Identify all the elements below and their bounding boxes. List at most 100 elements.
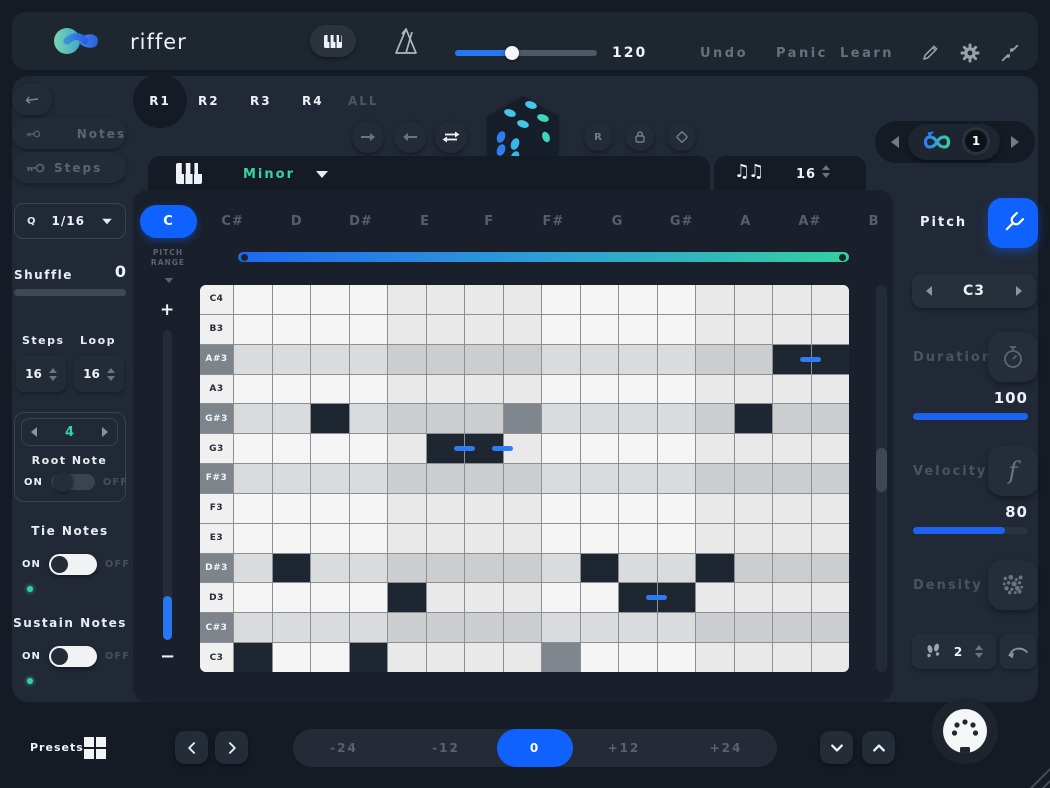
grid-cell-C#3-2[interactable] — [273, 613, 311, 642]
grid-cell-F#3-3[interactable] — [311, 464, 349, 493]
back-button[interactable]: ← — [12, 84, 52, 115]
grid-cell-E3-14[interactable] — [735, 524, 773, 553]
next-icon[interactable] — [102, 427, 108, 437]
grid-cell-G3-12[interactable] — [658, 434, 696, 463]
tie-notes-toggle[interactable] — [49, 554, 97, 575]
grid-cell-G#3-16[interactable] — [812, 404, 850, 433]
grid-cell-A#3-13[interactable] — [696, 345, 734, 374]
grid-cell-B3-15[interactable] — [773, 315, 811, 344]
grid-cell-G3-6-note[interactable] — [427, 434, 465, 463]
grid-cell-A3-11[interactable] — [619, 375, 657, 404]
grid-cell-F3-4[interactable] — [350, 494, 388, 523]
window-resize-handle[interactable] — [1020, 758, 1050, 788]
grid-cell-D3-10[interactable] — [581, 583, 619, 612]
grid-cell-A3-12[interactable] — [658, 375, 696, 404]
pencil-icon[interactable] — [920, 43, 940, 63]
grid-cell-E3-11[interactable] — [619, 524, 657, 553]
gear-icon[interactable] — [960, 43, 980, 63]
grid-cell-F3-14[interactable] — [735, 494, 773, 523]
grid-cell-B3-13[interactable] — [696, 315, 734, 344]
grid-cell-F#3-5[interactable] — [388, 464, 426, 493]
note-option-G#[interactable]: G# — [650, 205, 714, 238]
grid-cell-D3-5-note[interactable] — [388, 583, 426, 612]
grid-cell-C4-14[interactable] — [735, 285, 773, 314]
note-count-stepper[interactable] — [822, 165, 830, 178]
grid-cell-F3-15[interactable] — [773, 494, 811, 523]
grid-cell-D3-7[interactable] — [465, 583, 503, 612]
grid-cell-B3-2[interactable] — [273, 315, 311, 344]
panic-button[interactable]: Panic — [776, 46, 828, 61]
shuffle-slider[interactable] — [14, 289, 126, 296]
grid-cell-F#3-13[interactable] — [696, 464, 734, 493]
grid-cell-D3-14[interactable] — [735, 583, 773, 612]
grid-cell-D#3-14[interactable] — [735, 554, 773, 583]
grid-cell-E3-16[interactable] — [812, 524, 850, 553]
grid-cell-E3-4[interactable] — [350, 524, 388, 553]
grid-cell-E3-5[interactable] — [388, 524, 426, 553]
grid-scrollbar-thumb[interactable] — [876, 448, 887, 492]
prev-icon[interactable] — [31, 427, 37, 437]
grid-cell-A3-9[interactable] — [542, 375, 580, 404]
grid-cell-C#3-15[interactable] — [773, 613, 811, 642]
grid-cell-G3-9[interactable] — [542, 434, 580, 463]
grid-cell-F3-2[interactable] — [273, 494, 311, 523]
grid-cell-F#3-4[interactable] — [350, 464, 388, 493]
grid-cell-D3-15[interactable] — [773, 583, 811, 612]
vertical-zoom-track[interactable] — [163, 330, 172, 622]
grid-cell-F3-3[interactable] — [311, 494, 349, 523]
grid-cell-C#3-14[interactable] — [735, 613, 773, 642]
grid-cell-D#3-15[interactable] — [773, 554, 811, 583]
grid-cell-D#3-16[interactable] — [812, 554, 850, 583]
shift-left-button[interactable] — [394, 121, 426, 153]
grid-cell-F3-16[interactable] — [812, 494, 850, 523]
note-option-C#[interactable]: C# — [201, 205, 265, 238]
grid-cell-D#3-5[interactable] — [388, 554, 426, 583]
grid-cell-D3-12-note[interactable] — [658, 583, 696, 612]
grid-cell-A3-10[interactable] — [581, 375, 619, 404]
grid-cell-F#3-9[interactable] — [542, 464, 580, 493]
grid-cell-G3-2[interactable] — [273, 434, 311, 463]
grid-cell-D#3-11[interactable] — [619, 554, 657, 583]
grid-cell-F#3-7[interactable] — [465, 464, 503, 493]
grid-cell-D#3-10-note[interactable] — [581, 554, 619, 583]
grid-cell-A3-2[interactable] — [273, 375, 311, 404]
grid-cell-C4-4[interactable] — [350, 285, 388, 314]
grid-cell-D3-6[interactable] — [427, 583, 465, 612]
grid-cell-G#3-10[interactable] — [581, 404, 619, 433]
grid-cell-A3-4[interactable] — [350, 375, 388, 404]
grid-cell-G#3-14-note[interactable] — [735, 404, 773, 433]
grid-cell-D#3-8[interactable] — [504, 554, 542, 583]
grid-cell-G#3-3-note[interactable] — [311, 404, 349, 433]
grid-cell-B3-10[interactable] — [581, 315, 619, 344]
grid-cell-C#3-7[interactable] — [465, 613, 503, 642]
grid-cell-A#3-12[interactable] — [658, 345, 696, 374]
grid-cell-A3-15[interactable] — [773, 375, 811, 404]
note-option-G[interactable]: G — [585, 205, 649, 238]
tab-r3[interactable]: R3 — [250, 94, 272, 108]
grid-cell-C#3-12[interactable] — [658, 613, 696, 642]
grid-cell-C4-7[interactable] — [465, 285, 503, 314]
steps-count-stepper[interactable]: 16 — [16, 356, 66, 392]
grid-cell-A3-5[interactable] — [388, 375, 426, 404]
grid-cell-B3-9[interactable] — [542, 315, 580, 344]
grid-cell-G#3-12[interactable] — [658, 404, 696, 433]
transpose-option-0[interactable]: 0 — [497, 729, 573, 767]
grid-cell-A#3-14[interactable] — [735, 345, 773, 374]
grid-cell-D3-2[interactable] — [273, 583, 311, 612]
octave-down-button[interactable] — [820, 731, 853, 764]
grid-cell-C3-8[interactable] — [504, 643, 542, 672]
retrigger-button[interactable]: R — [584, 123, 612, 151]
grid-cell-D#3-3[interactable] — [311, 554, 349, 583]
grid-cell-F3-6[interactable] — [427, 494, 465, 523]
grid-cell-B3-12[interactable] — [658, 315, 696, 344]
pitch-range-collapse-icon[interactable] — [165, 278, 173, 283]
shift-right-button[interactable] — [352, 121, 384, 153]
grid-cell-F3-10[interactable] — [581, 494, 619, 523]
grid-cell-B3-16[interactable] — [812, 315, 850, 344]
grid-cell-F#3-12[interactable] — [658, 464, 696, 493]
grid-cell-F#3-2[interactable] — [273, 464, 311, 493]
grid-cell-G#3-9[interactable] — [542, 404, 580, 433]
grid-cell-E3-15[interactable] — [773, 524, 811, 553]
note-option-D[interactable]: D — [265, 205, 329, 238]
density-button[interactable] — [988, 560, 1038, 610]
